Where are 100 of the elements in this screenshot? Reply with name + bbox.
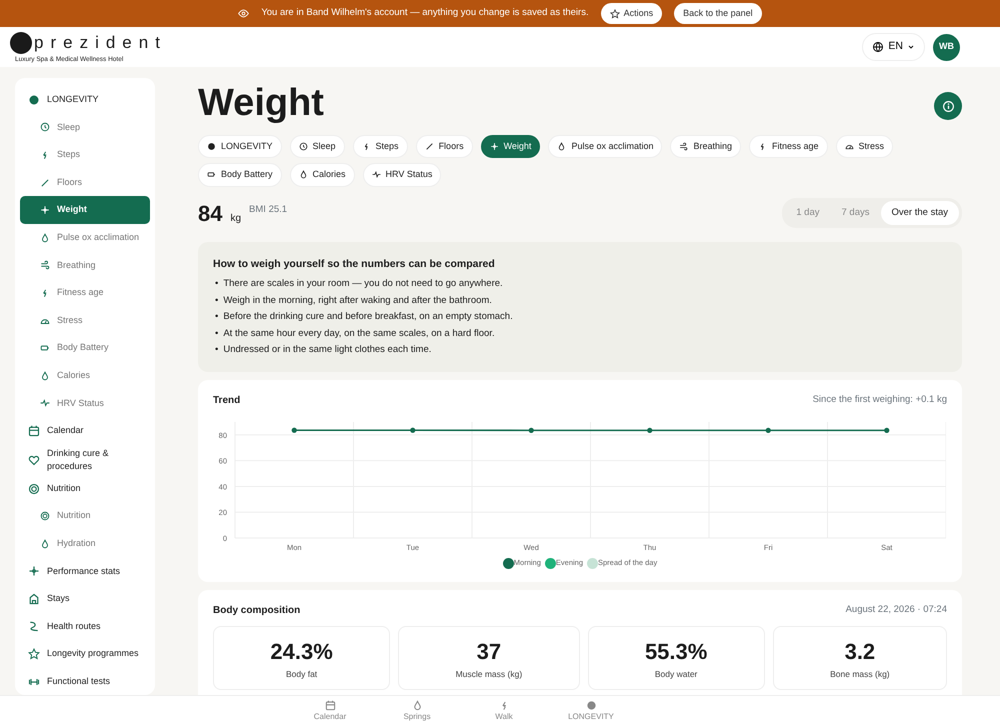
- logo-mark-icon: [10, 32, 32, 54]
- sidebar-item[interactable]: Calendar: [20, 417, 150, 445]
- tip-text: There are scales in your room — you do not need to go anywhere.: [223, 277, 503, 292]
- metric-tab[interactable]: Fitness age: [749, 134, 828, 158]
- drop-icon: [557, 142, 566, 151]
- weight-value: 84: [198, 200, 222, 228]
- metric-tab[interactable]: Breathing: [670, 134, 742, 158]
- sidebar-item[interactable]: Pulse ox acclimation: [20, 224, 150, 252]
- route-icon: [28, 620, 40, 632]
- tips-title: How to weigh yourself so the numbers can be compared: [213, 256, 496, 272]
- banner-button[interactable]: Back to the panel: [674, 2, 762, 24]
- slash-icon: [424, 142, 434, 151]
- target-icon: [40, 511, 50, 522]
- sidebar-item[interactable]: Stress: [20, 306, 150, 334]
- metric-tab[interactable]: Floors: [416, 134, 473, 158]
- tip-text: Weigh in the morning, right after waking and after the bathroom.: [223, 294, 492, 308]
- caret-icon: [907, 43, 915, 51]
- pulse-icon: [40, 398, 50, 408]
- bullet: •: [215, 277, 218, 292]
- sidebar-item[interactable]: Drinking cure & procedures: [20, 444, 150, 475]
- trend-summary: Since the first weighing: +0.1 kg: [812, 393, 947, 408]
- wind-icon: [679, 142, 688, 151]
- sidebar-item[interactable]: Performance stats: [20, 558, 150, 586]
- battery-icon: [207, 170, 216, 180]
- star-icon: [610, 8, 620, 18]
- stat-label: Bone mass (kg): [829, 668, 891, 680]
- calendar-icon: [324, 700, 336, 711]
- stat-value: 37: [476, 638, 502, 666]
- card-title: Body composition: [213, 604, 300, 618]
- metric-tab[interactable]: Weight: [480, 134, 540, 158]
- sidebar-item[interactable]: Floors: [20, 168, 150, 196]
- stat-label: Body water: [654, 668, 698, 680]
- sidebar-item[interactable]: Body Battery: [20, 334, 150, 362]
- clock-icon: [298, 142, 308, 151]
- bottom-nav-item[interactable]: Calendar: [287, 696, 373, 727]
- stat-label: Body fat: [284, 668, 318, 680]
- drop-icon: [298, 170, 308, 180]
- bmi-text: BMI 25.1: [249, 202, 288, 217]
- drop-icon: [40, 370, 50, 381]
- sidebar-item[interactable]: Weight: [20, 196, 150, 224]
- sidebar-item[interactable]: Nutrition: [20, 502, 150, 530]
- drop-icon: [40, 232, 50, 243]
- sidebar-item[interactable]: Health routes: [20, 612, 150, 640]
- tip-text: Before the drinking cure and before breakfast, on an empty stomach.: [223, 310, 513, 324]
- sidebar-item[interactable]: Longevity programmes: [20, 640, 150, 668]
- sidebar-item[interactable]: Sleep: [20, 114, 150, 142]
- data-point: [884, 428, 890, 434]
- sidebar-item[interactable]: Nutrition: [20, 474, 150, 502]
- sparkle-icon: [40, 205, 50, 216]
- eye-icon: [238, 8, 250, 19]
- sidebar-item[interactable]: HRV Status: [20, 390, 150, 418]
- data-point: [528, 428, 534, 434]
- data-point: [766, 428, 771, 434]
- metric-tab[interactable]: Stress: [836, 134, 894, 158]
- clock-icon: [40, 122, 50, 132]
- bullet: •: [215, 342, 218, 357]
- sidebar-item[interactable]: Breathing: [20, 252, 150, 280]
- page-title: Weight: [198, 81, 324, 126]
- legend-swatch: [587, 558, 598, 568]
- sparkle-icon: [28, 565, 40, 578]
- stat-value: 55.3%: [644, 638, 708, 666]
- metric-tab[interactable]: Calories: [290, 163, 355, 187]
- metric-tab[interactable]: Pulse ox acclimation: [548, 134, 662, 158]
- bottom-nav-item[interactable]: LONGEVITY: [548, 696, 634, 727]
- sidebar-item[interactable]: LONGEVITY: [20, 86, 150, 114]
- banner-text: You are in Band Wilhelm's account — anything you change is saved as theirs.: [261, 6, 589, 20]
- user-avatar[interactable]: WB: [933, 34, 960, 60]
- metric-tab[interactable]: LONGEVITY: [198, 134, 282, 158]
- bottom-nav-item[interactable]: Walk: [461, 696, 547, 727]
- slash-icon: [40, 178, 50, 188]
- legend-swatch: [502, 558, 514, 568]
- bullet: •: [215, 294, 218, 308]
- legend-swatch: [544, 558, 556, 568]
- stat-value: 3.2: [844, 638, 876, 666]
- sidebar-item[interactable]: Functional tests: [20, 668, 150, 695]
- globe-icon: [872, 41, 884, 53]
- weight-unit: kg: [230, 212, 242, 226]
- battery-icon: [40, 343, 50, 354]
- wind-icon: [40, 260, 50, 270]
- sidebar-item[interactable]: Calories: [20, 362, 150, 390]
- metric-tab[interactable]: Steps: [352, 134, 408, 158]
- banner-button[interactable]: Actions: [600, 2, 662, 24]
- metric-tab[interactable]: Body Battery: [198, 163, 282, 187]
- range-option[interactable]: Over the stay: [880, 200, 959, 226]
- tip-text: Undressed or in the same light clothes each time.: [223, 342, 432, 357]
- bottom-nav-item[interactable]: Springs: [374, 696, 460, 727]
- building-icon: [28, 592, 40, 605]
- language-selector[interactable]: EN: [862, 33, 925, 61]
- metric-tab[interactable]: Sleep: [290, 134, 345, 158]
- sidebar-item[interactable]: Fitness age: [20, 279, 150, 307]
- tip-text: At the same hour every day, on the same scales, on a hard floor.: [223, 326, 495, 341]
- sidebar-item[interactable]: Stays: [20, 585, 150, 613]
- bullet: •: [215, 326, 218, 341]
- info-button[interactable]: [934, 92, 962, 120]
- sidebar-item[interactable]: Steps: [20, 141, 150, 169]
- calendar-icon: [28, 424, 40, 437]
- metric-tab[interactable]: HRV Status: [362, 163, 442, 187]
- sidebar-item[interactable]: Hydration: [20, 530, 150, 558]
- heart-icon: [28, 454, 40, 466]
- sparkle-icon: [490, 142, 499, 151]
